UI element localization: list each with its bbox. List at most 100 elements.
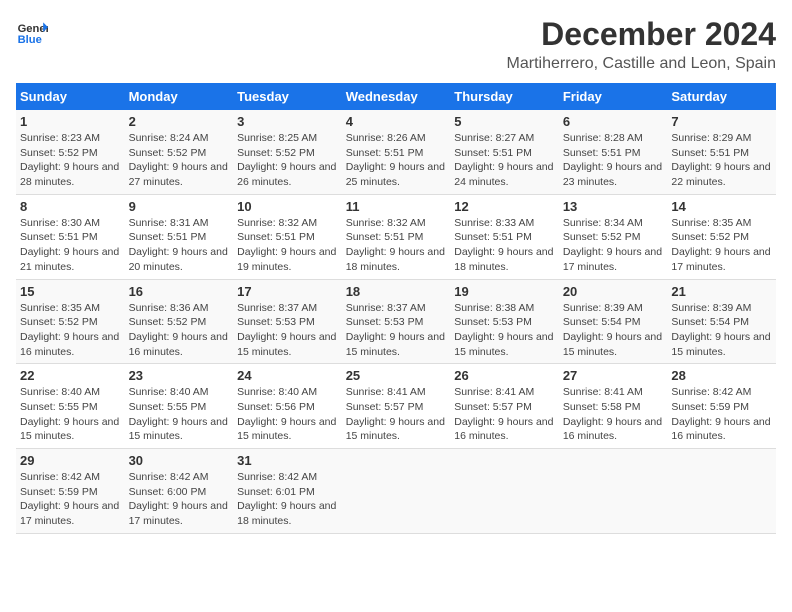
calendar-cell: 16 Sunrise: 8:36 AMSunset: 5:52 PMDaylig… xyxy=(125,279,234,364)
day-info: Sunrise: 8:35 AMSunset: 5:52 PMDaylight:… xyxy=(20,302,119,358)
day-number: 18 xyxy=(346,284,447,299)
page-header: General Blue December 2024 Martiherrero,… xyxy=(16,16,776,73)
calendar-cell xyxy=(667,449,776,534)
calendar-cell: 7 Sunrise: 8:29 AMSunset: 5:51 PMDayligh… xyxy=(667,110,776,194)
weekday-header: Friday xyxy=(559,83,668,110)
calendar-cell xyxy=(450,449,559,534)
day-info: Sunrise: 8:34 AMSunset: 5:52 PMDaylight:… xyxy=(563,217,662,273)
calendar-cell: 1 Sunrise: 8:23 AMSunset: 5:52 PMDayligh… xyxy=(16,110,125,194)
calendar-cell: 10 Sunrise: 8:32 AMSunset: 5:51 PMDaylig… xyxy=(233,194,342,279)
calendar-cell: 27 Sunrise: 8:41 AMSunset: 5:58 PMDaylig… xyxy=(559,364,668,449)
day-info: Sunrise: 8:31 AMSunset: 5:51 PMDaylight:… xyxy=(129,217,228,273)
calendar-cell: 9 Sunrise: 8:31 AMSunset: 5:51 PMDayligh… xyxy=(125,194,234,279)
calendar-cell: 15 Sunrise: 8:35 AMSunset: 5:52 PMDaylig… xyxy=(16,279,125,364)
calendar-cell: 20 Sunrise: 8:39 AMSunset: 5:54 PMDaylig… xyxy=(559,279,668,364)
day-number: 19 xyxy=(454,284,555,299)
calendar-cell: 29 Sunrise: 8:42 AMSunset: 5:59 PMDaylig… xyxy=(16,449,125,534)
day-number: 6 xyxy=(563,114,664,129)
day-number: 7 xyxy=(671,114,772,129)
day-info: Sunrise: 8:42 AMSunset: 5:59 PMDaylight:… xyxy=(671,386,770,442)
day-number: 15 xyxy=(20,284,121,299)
calendar-week-row: 15 Sunrise: 8:35 AMSunset: 5:52 PMDaylig… xyxy=(16,279,776,364)
day-info: Sunrise: 8:33 AMSunset: 5:51 PMDaylight:… xyxy=(454,217,553,273)
logo-icon: General Blue xyxy=(16,16,48,48)
calendar-cell: 18 Sunrise: 8:37 AMSunset: 5:53 PMDaylig… xyxy=(342,279,451,364)
day-info: Sunrise: 8:32 AMSunset: 5:51 PMDaylight:… xyxy=(346,217,445,273)
day-number: 10 xyxy=(237,199,338,214)
calendar-cell: 6 Sunrise: 8:28 AMSunset: 5:51 PMDayligh… xyxy=(559,110,668,194)
weekday-header: Thursday xyxy=(450,83,559,110)
calendar-table: SundayMondayTuesdayWednesdayThursdayFrid… xyxy=(16,83,776,534)
page-subtitle: Martiherrero, Castille and Leon, Spain xyxy=(507,55,776,73)
day-number: 3 xyxy=(237,114,338,129)
weekday-header: Sunday xyxy=(16,83,125,110)
weekday-header: Wednesday xyxy=(342,83,451,110)
day-number: 2 xyxy=(129,114,230,129)
day-number: 20 xyxy=(563,284,664,299)
calendar-cell xyxy=(342,449,451,534)
day-info: Sunrise: 8:37 AMSunset: 5:53 PMDaylight:… xyxy=(237,302,336,358)
day-number: 16 xyxy=(129,284,230,299)
calendar-week-row: 29 Sunrise: 8:42 AMSunset: 5:59 PMDaylig… xyxy=(16,449,776,534)
calendar-cell: 12 Sunrise: 8:33 AMSunset: 5:51 PMDaylig… xyxy=(450,194,559,279)
calendar-cell: 24 Sunrise: 8:40 AMSunset: 5:56 PMDaylig… xyxy=(233,364,342,449)
calendar-cell: 17 Sunrise: 8:37 AMSunset: 5:53 PMDaylig… xyxy=(233,279,342,364)
day-info: Sunrise: 8:39 AMSunset: 5:54 PMDaylight:… xyxy=(671,302,770,358)
day-info: Sunrise: 8:42 AMSunset: 5:59 PMDaylight:… xyxy=(20,471,119,527)
calendar-cell: 22 Sunrise: 8:40 AMSunset: 5:55 PMDaylig… xyxy=(16,364,125,449)
title-block: December 2024 Martiherrero, Castille and… xyxy=(507,16,776,73)
day-info: Sunrise: 8:40 AMSunset: 5:56 PMDaylight:… xyxy=(237,386,336,442)
calendar-cell: 14 Sunrise: 8:35 AMSunset: 5:52 PMDaylig… xyxy=(667,194,776,279)
day-number: 27 xyxy=(563,368,664,383)
day-info: Sunrise: 8:29 AMSunset: 5:51 PMDaylight:… xyxy=(671,132,770,188)
calendar-cell: 23 Sunrise: 8:40 AMSunset: 5:55 PMDaylig… xyxy=(125,364,234,449)
calendar-cell: 26 Sunrise: 8:41 AMSunset: 5:57 PMDaylig… xyxy=(450,364,559,449)
day-info: Sunrise: 8:32 AMSunset: 5:51 PMDaylight:… xyxy=(237,217,336,273)
day-number: 11 xyxy=(346,199,447,214)
day-info: Sunrise: 8:30 AMSunset: 5:51 PMDaylight:… xyxy=(20,217,119,273)
weekday-header: Tuesday xyxy=(233,83,342,110)
day-number: 25 xyxy=(346,368,447,383)
day-info: Sunrise: 8:27 AMSunset: 5:51 PMDaylight:… xyxy=(454,132,553,188)
weekday-header: Saturday xyxy=(667,83,776,110)
calendar-cell xyxy=(559,449,668,534)
day-number: 21 xyxy=(671,284,772,299)
day-number: 29 xyxy=(20,453,121,468)
day-number: 24 xyxy=(237,368,338,383)
calendar-cell: 28 Sunrise: 8:42 AMSunset: 5:59 PMDaylig… xyxy=(667,364,776,449)
header-row: SundayMondayTuesdayWednesdayThursdayFrid… xyxy=(16,83,776,110)
calendar-cell: 31 Sunrise: 8:42 AMSunset: 6:01 PMDaylig… xyxy=(233,449,342,534)
day-number: 8 xyxy=(20,199,121,214)
day-info: Sunrise: 8:41 AMSunset: 5:57 PMDaylight:… xyxy=(346,386,445,442)
day-number: 9 xyxy=(129,199,230,214)
day-info: Sunrise: 8:25 AMSunset: 5:52 PMDaylight:… xyxy=(237,132,336,188)
day-number: 22 xyxy=(20,368,121,383)
day-info: Sunrise: 8:40 AMSunset: 5:55 PMDaylight:… xyxy=(129,386,228,442)
calendar-cell: 3 Sunrise: 8:25 AMSunset: 5:52 PMDayligh… xyxy=(233,110,342,194)
day-info: Sunrise: 8:41 AMSunset: 5:58 PMDaylight:… xyxy=(563,386,662,442)
calendar-cell: 5 Sunrise: 8:27 AMSunset: 5:51 PMDayligh… xyxy=(450,110,559,194)
day-info: Sunrise: 8:36 AMSunset: 5:52 PMDaylight:… xyxy=(129,302,228,358)
day-number: 14 xyxy=(671,199,772,214)
day-info: Sunrise: 8:23 AMSunset: 5:52 PMDaylight:… xyxy=(20,132,119,188)
day-number: 26 xyxy=(454,368,555,383)
weekday-header: Monday xyxy=(125,83,234,110)
day-number: 13 xyxy=(563,199,664,214)
day-info: Sunrise: 8:28 AMSunset: 5:51 PMDaylight:… xyxy=(563,132,662,188)
calendar-cell: 21 Sunrise: 8:39 AMSunset: 5:54 PMDaylig… xyxy=(667,279,776,364)
page-title: December 2024 xyxy=(507,16,776,53)
day-info: Sunrise: 8:42 AMSunset: 6:01 PMDaylight:… xyxy=(237,471,336,527)
day-number: 4 xyxy=(346,114,447,129)
logo: General Blue xyxy=(16,16,48,48)
calendar-cell: 2 Sunrise: 8:24 AMSunset: 5:52 PMDayligh… xyxy=(125,110,234,194)
calendar-cell: 11 Sunrise: 8:32 AMSunset: 5:51 PMDaylig… xyxy=(342,194,451,279)
calendar-cell: 19 Sunrise: 8:38 AMSunset: 5:53 PMDaylig… xyxy=(450,279,559,364)
day-info: Sunrise: 8:39 AMSunset: 5:54 PMDaylight:… xyxy=(563,302,662,358)
day-number: 30 xyxy=(129,453,230,468)
day-info: Sunrise: 8:38 AMSunset: 5:53 PMDaylight:… xyxy=(454,302,553,358)
day-number: 23 xyxy=(129,368,230,383)
day-number: 5 xyxy=(454,114,555,129)
day-number: 31 xyxy=(237,453,338,468)
day-info: Sunrise: 8:35 AMSunset: 5:52 PMDaylight:… xyxy=(671,217,770,273)
calendar-cell: 30 Sunrise: 8:42 AMSunset: 6:00 PMDaylig… xyxy=(125,449,234,534)
